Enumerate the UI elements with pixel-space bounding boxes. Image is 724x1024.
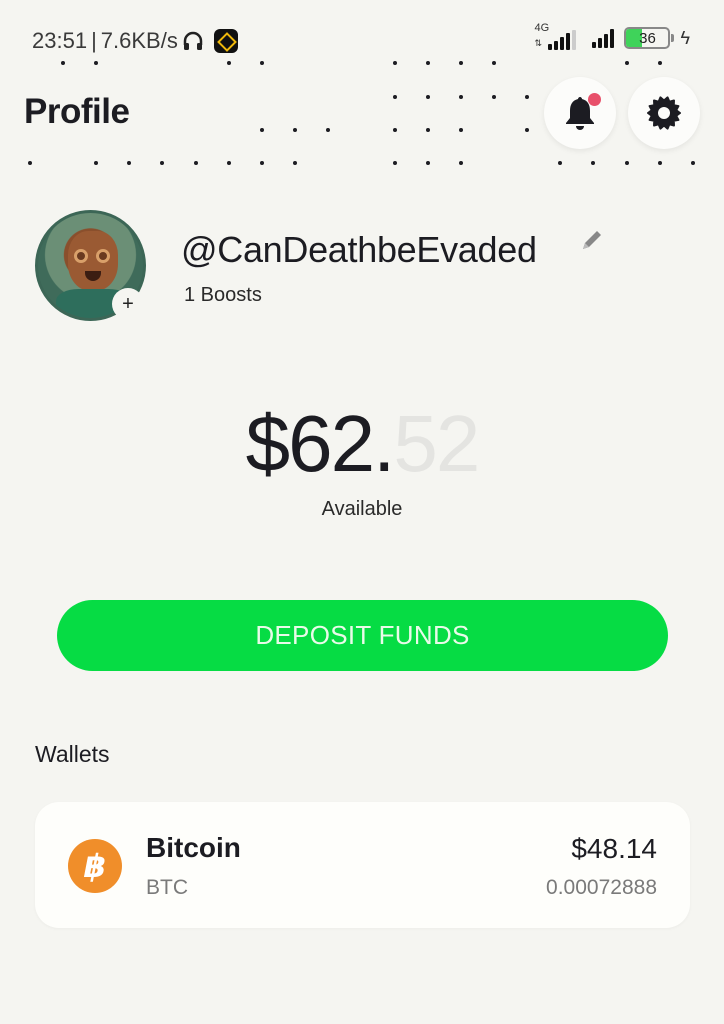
battery-tip (671, 34, 675, 42)
deposit-funds-button[interactable]: DEPOSIT FUNDS (57, 600, 668, 671)
decorative-dot (426, 161, 430, 165)
decorative-dot (492, 61, 496, 65)
balance-label: Available (321, 498, 403, 520)
decorative-dot (28, 161, 32, 165)
wallet-ticker: BTC (146, 876, 188, 899)
network-speed: 7.6KB/s (100, 28, 178, 53)
decorative-dot (658, 61, 662, 65)
avatar-eye (96, 249, 110, 263)
decorative-dot (393, 95, 397, 99)
signal-icon (548, 30, 577, 50)
signal-icon-2 (592, 28, 615, 48)
wallet-usd-value: $48.14 (571, 833, 657, 864)
decorative-dot (525, 128, 529, 132)
bitcoin-icon: ฿ (68, 839, 122, 893)
decorative-dot (625, 61, 629, 65)
decorative-dot (94, 161, 98, 165)
add-avatar-button[interactable]: + (112, 288, 144, 320)
decorative-dot (426, 61, 430, 65)
decorative-dot (94, 61, 98, 65)
avatar-face (68, 231, 118, 291)
wallets-heading: Wallets (35, 741, 110, 767)
headphones-icon (183, 31, 203, 50)
decorative-dot (558, 161, 562, 165)
notifications-button[interactable] (544, 77, 616, 149)
decorative-dot (194, 161, 198, 165)
decorative-dot (525, 95, 529, 99)
decorative-dot (426, 95, 430, 99)
decorative-dot (492, 95, 496, 99)
binance-icon (213, 29, 238, 53)
battery-level: 36 (639, 30, 656, 47)
battery-icon: 36 (624, 27, 671, 49)
decorative-dot (393, 61, 397, 65)
wallet-crypto-amount: 0.00072888 (546, 876, 657, 899)
decorative-dot (459, 95, 463, 99)
pencil-icon[interactable] (580, 228, 604, 252)
decorative-dot (293, 161, 297, 165)
decorative-dot (227, 61, 231, 65)
decorative-dot (625, 161, 629, 165)
balance-cents: 52 (393, 399, 480, 488)
network-indicator: 4G ⇅ (534, 22, 578, 50)
decorative-dot (426, 128, 430, 132)
data-arrows-icon: ⇅ (534, 38, 543, 48)
avatar-eye (74, 249, 88, 263)
page-title: Profile (24, 92, 130, 131)
status-bar: 23:51 | 7.6KB/s 4G ⇅ 36 ϟ (0, 0, 724, 56)
avatar-mouth (85, 271, 101, 281)
status-time: 23:51 (32, 28, 88, 53)
wallet-name: Bitcoin (146, 832, 241, 863)
decorative-dot (459, 128, 463, 132)
decorative-dot (326, 128, 330, 132)
decorative-dot (127, 161, 131, 165)
notification-badge (588, 93, 601, 106)
status-left: 23:51 | 7.6KB/s (32, 28, 238, 54)
wallet-item-bitcoin[interactable]: ฿ Bitcoin BTC $48.14 0.00072888 (35, 802, 690, 928)
profile-screen: 23:51 | 7.6KB/s 4G ⇅ 36 ϟ Profile + @Can… (0, 0, 724, 1024)
status-right: 4G ⇅ 36 ϟ (534, 22, 690, 50)
decorative-dot (260, 128, 264, 132)
gear-icon (647, 96, 681, 130)
balance-whole: $62. (245, 399, 396, 488)
decorative-dot (260, 161, 264, 165)
decorative-dot (591, 161, 595, 165)
decorative-dot (393, 128, 397, 132)
decorative-dot (160, 161, 164, 165)
balance: $62.52 (0, 398, 724, 490)
decorative-dot (658, 161, 662, 165)
decorative-dot (260, 61, 264, 65)
username: @CanDeathbeEvaded (181, 229, 537, 270)
decorative-dot (691, 161, 695, 165)
decorative-dot (393, 161, 397, 165)
decorative-dot (459, 161, 463, 165)
charging-bolt-icon: ϟ (680, 27, 690, 48)
boosts-count: 1 Boosts (184, 284, 262, 306)
settings-button[interactable] (628, 77, 700, 149)
decorative-dot (293, 128, 297, 132)
decorative-dot (61, 61, 65, 65)
status-separator: | (91, 28, 97, 53)
network-type: 4G (534, 22, 550, 34)
decorative-dot (459, 61, 463, 65)
decorative-dot (227, 161, 231, 165)
